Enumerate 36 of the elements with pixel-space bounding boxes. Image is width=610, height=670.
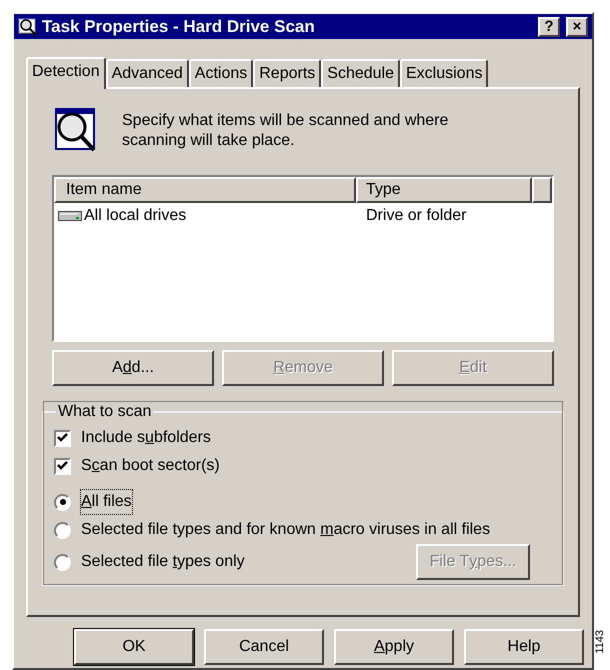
check-icon [57,433,68,443]
radio-button[interactable] [54,554,71,570]
group-title: What to scan [57,402,152,422]
checkbox[interactable] [54,458,71,474]
button[interactable]: Help [464,629,584,665]
column-header[interactable]: Item name [54,177,356,203]
button[interactable]: Cancel [204,629,324,665]
check-icon [57,461,68,471]
option-label: All files [81,490,132,514]
column-header[interactable] [532,177,552,203]
radio-button[interactable] [54,494,71,510]
button[interactable]: Add... [52,350,214,386]
button[interactable]: OK [74,629,194,665]
tab[interactable]: Actions [188,59,254,87]
option-label: Selected file types and for known macro viruses in all files [81,520,490,540]
option-label: Include subfolders [81,428,211,448]
help-button[interactable]: ? [538,16,560,36]
radio-button[interactable] [54,522,71,538]
window-title: Task Properties - Hard Drive Scan [42,16,316,38]
drive-icon [58,210,82,222]
option-label: Selected file types only [81,552,245,572]
tab[interactable]: Reports [253,59,322,87]
close-button[interactable]: × [566,16,588,36]
tab[interactable]: Schedule [321,59,400,87]
figure-number: 1143 [592,630,606,654]
tab[interactable]: Advanced [106,59,189,87]
description-text: Specify what items will be scanned and where scanning will take place. [122,111,450,151]
list-item-type: Drive or folder [365,206,466,226]
checkbox[interactable] [54,430,71,446]
magnifier-icon [18,16,38,36]
option-label: Scan boot sector(s) [81,456,220,476]
tab[interactable]: Detection [26,57,106,89]
button[interactable]: Apply [334,629,454,665]
tab[interactable]: Exclusions [400,59,488,87]
column-header[interactable]: Type [356,177,532,203]
list-item-name[interactable]: All local drives [84,204,186,228]
